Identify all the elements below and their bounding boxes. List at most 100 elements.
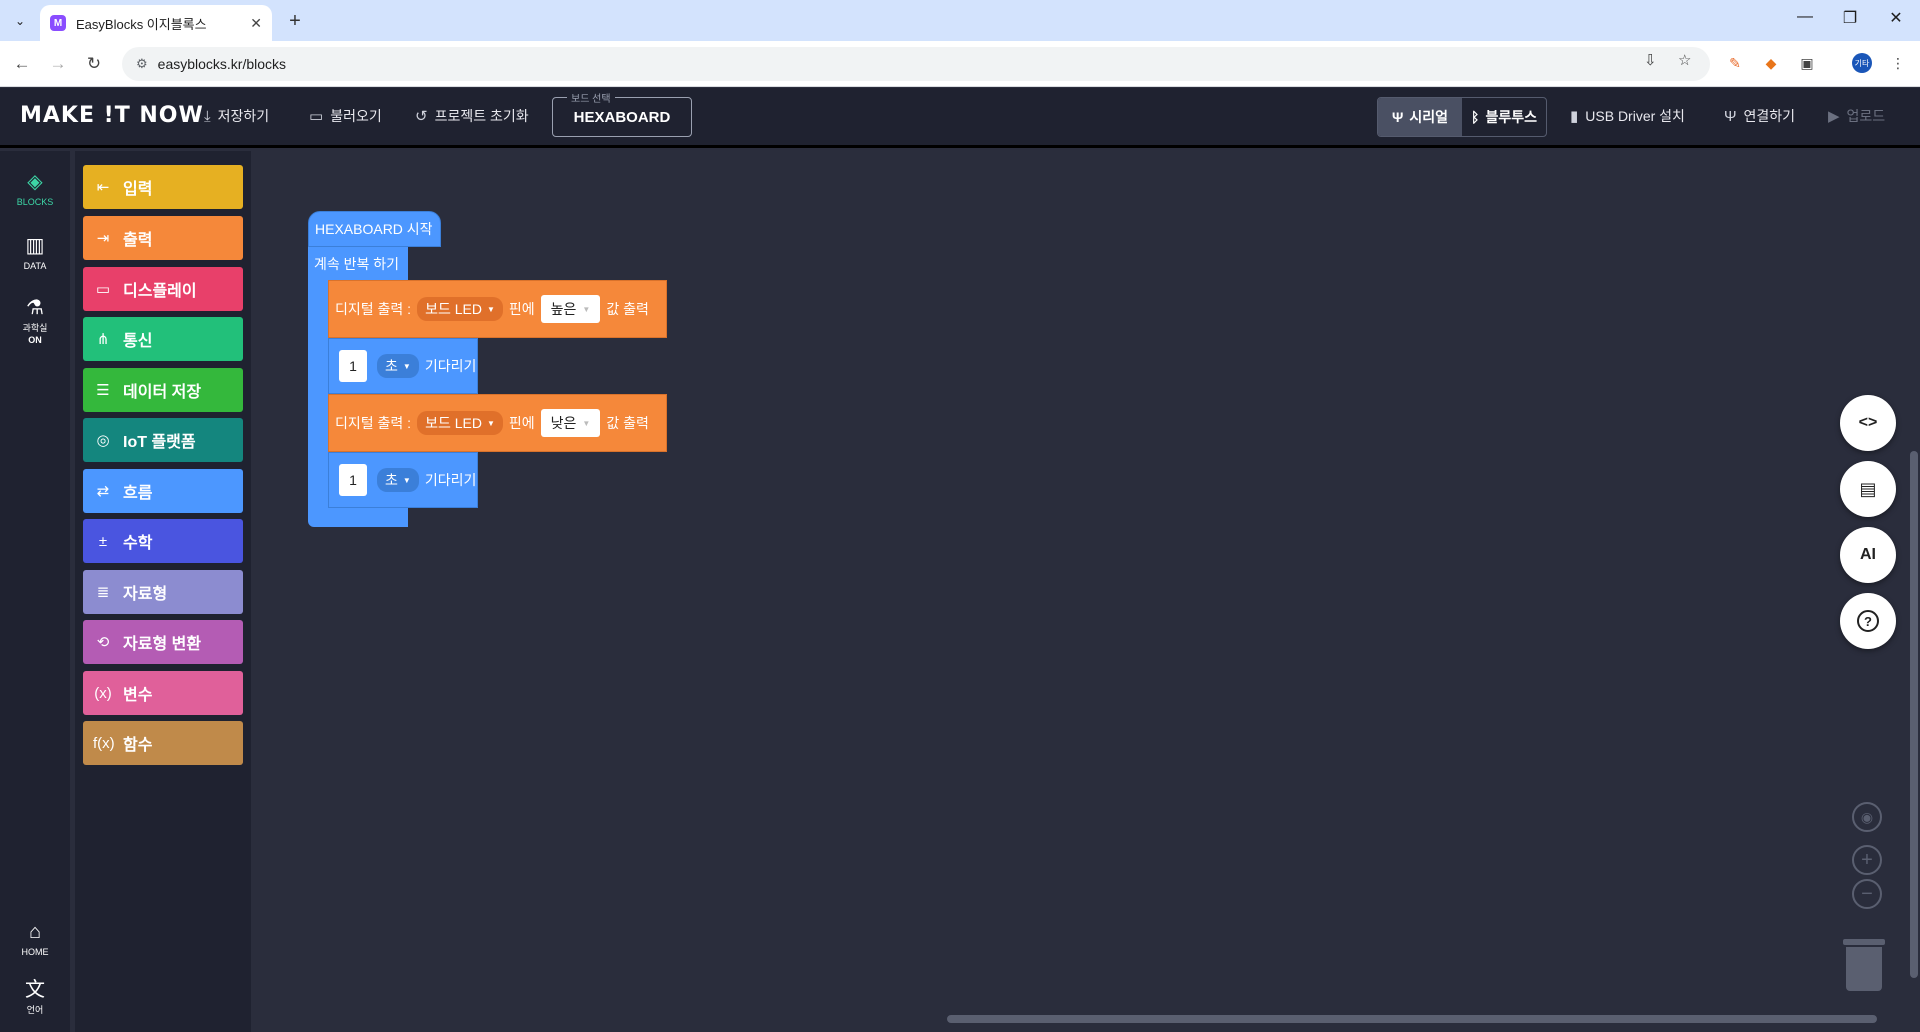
block-loop[interactable]: 계속 반복 하기 bbox=[308, 247, 408, 281]
ai-button[interactable]: AI bbox=[1840, 527, 1896, 583]
flow-icon: ⇄ bbox=[96, 483, 110, 500]
forward-icon[interactable]: → bbox=[46, 52, 70, 76]
category-input[interactable]: ⇤ 입력 bbox=[83, 165, 243, 209]
serial-toggle[interactable]: Ψ 시리얼 bbox=[1378, 98, 1462, 136]
profile-avatar[interactable]: 기타 bbox=[1852, 53, 1872, 73]
address-bar: ← → ↻ ⚙ easyblocks.kr/blocks ⇩ ☆ ✎ ◆ ▣ 기… bbox=[0, 41, 1920, 87]
reset-label: 프로젝트 초기화 bbox=[434, 108, 529, 124]
level-dropdown[interactable]: 높은 ▼ bbox=[540, 295, 601, 323]
category-display[interactable]: ▭ 디스플레이 bbox=[83, 267, 243, 311]
browser-menu-icon[interactable]: ⋮ bbox=[1888, 53, 1908, 73]
minimize-icon[interactable]: — bbox=[1791, 8, 1819, 26]
category-function[interactable]: f(x) 함수 bbox=[83, 721, 243, 765]
block-workspace[interactable]: HEXABOARD 시작 계속 반복 하기 디지털 출력 : 보드 LED ▼ 핀… bbox=[251, 151, 1920, 1032]
close-window-icon[interactable]: ✕ bbox=[1882, 8, 1910, 28]
favicon-icon: M bbox=[50, 15, 66, 31]
zoom-in-icon[interactable]: + bbox=[1852, 845, 1882, 875]
dropdown-arrow-icon: ▼ bbox=[582, 304, 591, 314]
wait-number-input[interactable]: 1 bbox=[339, 350, 367, 382]
wait-number-input[interactable]: 1 bbox=[339, 464, 367, 496]
save-button[interactable]: ⤓ 저장하기 bbox=[204, 106, 269, 126]
reset-icon: ↺ bbox=[415, 108, 428, 125]
reset-project-button[interactable]: ↺ 프로젝트 초기화 bbox=[415, 106, 529, 126]
block-digital-out-low[interactable]: 디지털 출력 : 보드 LED ▼ 핀에 낮은 ▼ 값 출력 bbox=[328, 394, 667, 452]
back-icon[interactable]: ← bbox=[10, 52, 34, 76]
recenter-icon[interactable]: ◉ bbox=[1852, 802, 1882, 832]
category-type-convert[interactable]: ⟲ 자료형 변환 bbox=[83, 620, 243, 664]
category-output[interactable]: ⇥ 출력 bbox=[83, 216, 243, 260]
board-select-value: HEXABOARD bbox=[573, 108, 671, 126]
category-flow[interactable]: ⇄ 흐름 bbox=[83, 469, 243, 513]
site-info-icon[interactable]: ⚙ bbox=[136, 56, 148, 72]
app-logo[interactable]: MAKE !T NOW bbox=[20, 103, 204, 128]
help-button[interactable]: ? bbox=[1840, 593, 1896, 649]
plug-icon: Ψ bbox=[1724, 107, 1737, 125]
upload-button[interactable]: ▶ 업로드 bbox=[1828, 106, 1885, 126]
block-wait-2[interactable]: 1 초 ▼ 기다리기 bbox=[328, 452, 478, 508]
block-wait-1[interactable]: 1 초 ▼ 기다리기 bbox=[328, 338, 478, 394]
pin-dropdown[interactable]: 보드 LED ▼ bbox=[417, 411, 503, 435]
tab-search-icon[interactable]: ⌄ bbox=[8, 9, 32, 33]
left-nav: ◈ BLOCKS ▥ DATA ⚗ 과학실 ON ⌂ HOME 文 언어 bbox=[0, 151, 70, 1032]
category-communication[interactable]: ⋔ 통신 bbox=[83, 317, 243, 361]
category-iot[interactable]: ◎ IoT 플랫폼 bbox=[83, 418, 243, 462]
block-label: 디지털 출력 : bbox=[335, 301, 412, 317]
close-tab-icon[interactable]: ✕ bbox=[250, 15, 262, 32]
convert-icon: ⟲ bbox=[96, 634, 110, 651]
blocks-icon: ◈ bbox=[27, 171, 43, 193]
board-select[interactable]: 보드 선택 HEXABOARD bbox=[552, 90, 692, 137]
block-loop-bottom bbox=[308, 505, 408, 527]
category-math[interactable]: ± 수학 bbox=[83, 519, 243, 563]
block-start[interactable]: HEXABOARD 시작 bbox=[308, 211, 441, 247]
nav-science[interactable]: ⚗ 과학실 ON bbox=[0, 295, 70, 346]
bookmark-star-icon[interactable]: ☆ bbox=[1678, 51, 1691, 69]
nav-blocks[interactable]: ◈ BLOCKS bbox=[0, 169, 70, 208]
block-digital-out-high[interactable]: 디지털 출력 : 보드 LED ▼ 핀에 높은 ▼ 값 출력 bbox=[328, 280, 667, 338]
connect-button[interactable]: Ψ 연결하기 bbox=[1724, 106, 1795, 126]
upload-label: 업로드 bbox=[1846, 108, 1886, 124]
dropdown-arrow-icon: ▼ bbox=[486, 418, 495, 428]
trash-icon[interactable] bbox=[1843, 939, 1885, 991]
horizontal-scrollbar[interactable] bbox=[947, 1015, 1877, 1023]
play-circle-icon: ▶ bbox=[1828, 108, 1840, 125]
category-label: 디스플레이 bbox=[123, 283, 197, 300]
unit-dropdown[interactable]: 초 ▼ bbox=[377, 468, 419, 492]
unit-dropdown[interactable]: 초 ▼ bbox=[377, 354, 419, 378]
serial-label: 시리얼 bbox=[1409, 109, 1448, 125]
pin-dropdown[interactable]: 보드 LED ▼ bbox=[417, 297, 503, 321]
usb-driver-button[interactable]: ▮ USB Driver 설치 bbox=[1570, 106, 1685, 126]
browser-tab[interactable]: M EasyBlocks 이지블록스 ✕ bbox=[40, 5, 272, 41]
install-app-icon[interactable]: ⇩ bbox=[1644, 51, 1657, 69]
new-tab-button[interactable]: + bbox=[282, 8, 308, 34]
category-datatype[interactable]: ≣ 자료형 bbox=[83, 570, 243, 614]
category-storage[interactable]: ☰ 데이터 저장 bbox=[83, 368, 243, 412]
category-label: 통신 bbox=[123, 333, 153, 350]
extension-fox-icon[interactable]: ◆ bbox=[1761, 53, 1781, 73]
bluetooth-toggle[interactable]: ᛒ 블루투스 bbox=[1462, 98, 1546, 136]
dropdown-arrow-icon: ▼ bbox=[402, 475, 411, 485]
nav-home[interactable]: ⌂ HOME bbox=[0, 921, 70, 958]
category-panel: ⇤ 입력 ⇥ 출력 ▭ 디스플레이 ⋔ 통신 ☰ 데이터 저장 ◎ IoT 플랫… bbox=[75, 151, 251, 1032]
monitor-icon: ▤ bbox=[1859, 478, 1877, 499]
category-label: 함수 bbox=[123, 737, 153, 754]
input-icon: ⇤ bbox=[96, 179, 110, 196]
code-view-button[interactable]: <> bbox=[1840, 395, 1896, 451]
iot-icon: ◎ bbox=[96, 432, 110, 449]
load-button[interactable]: ▭ 불러오기 bbox=[309, 106, 382, 126]
extension-pen-icon[interactable]: ✎ bbox=[1725, 53, 1745, 73]
nav-data[interactable]: ▥ DATA bbox=[0, 233, 70, 272]
nav-home-label: HOME bbox=[21, 947, 49, 957]
vertical-scrollbar[interactable] bbox=[1910, 451, 1918, 978]
reload-icon[interactable]: ↻ bbox=[82, 52, 106, 76]
nav-language[interactable]: 文 언어 bbox=[0, 973, 70, 1016]
restore-icon[interactable]: ❐ bbox=[1836, 8, 1864, 28]
extensions-puzzle-icon[interactable]: ▣ bbox=[1797, 53, 1817, 73]
zoom-out-icon[interactable]: − bbox=[1852, 879, 1882, 909]
serial-monitor-button[interactable]: ▤ bbox=[1840, 461, 1896, 517]
level-dropdown[interactable]: 낮은 ▼ bbox=[540, 409, 601, 437]
dropdown-arrow-icon: ▼ bbox=[582, 418, 591, 428]
connect-label: 연결하기 bbox=[1743, 108, 1796, 124]
category-variable[interactable]: (x) 변수 bbox=[83, 671, 243, 715]
url-field[interactable]: ⚙ easyblocks.kr/blocks bbox=[122, 47, 1710, 81]
nav-language-label: 언어 bbox=[26, 1005, 44, 1015]
